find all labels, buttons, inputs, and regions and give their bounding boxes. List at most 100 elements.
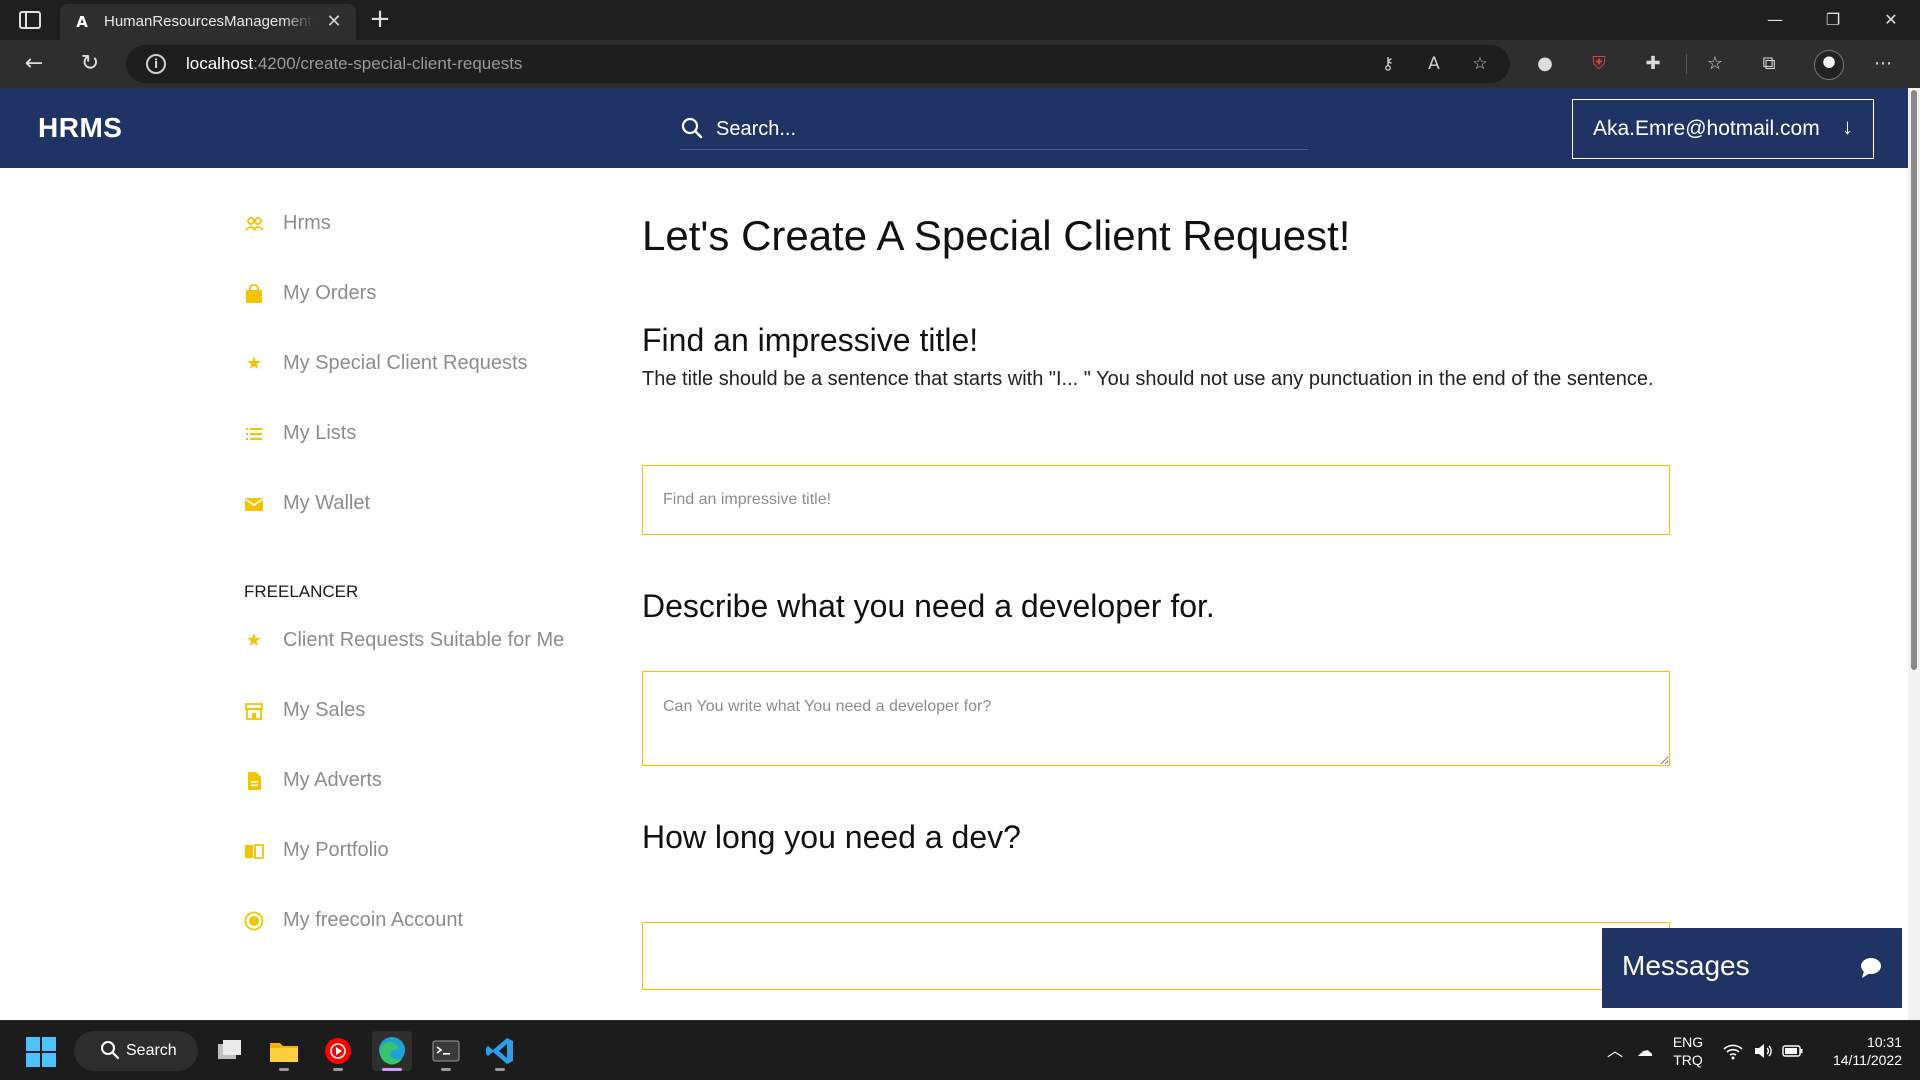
task-view-icon[interactable] [210, 1031, 250, 1071]
list-icon [244, 424, 264, 444]
minimize-icon[interactable]: — [1752, 4, 1798, 36]
user-email: Aka.Emre@hotmail.com [1593, 117, 1820, 140]
onedrive-icon[interactable]: ☁ [1634, 1041, 1656, 1061]
input-language[interactable]: ENG TRQ [1666, 1033, 1710, 1069]
sidebar-item-label: My Special Client Requests [283, 352, 528, 374]
browser-tab[interactable]: A HumanResourcesManagementSystem ✕ [60, 4, 356, 40]
title-section-heading: Find an impressive title! [642, 322, 979, 358]
windows-start-icon[interactable] [26, 1037, 56, 1067]
running-indicator [333, 1068, 343, 1071]
restore-icon[interactable]: ❐ [1810, 4, 1856, 36]
add-favorite-icon[interactable]: ☆ [1468, 53, 1492, 75]
clock[interactable]: 10:31 14/11/2022 [1812, 1033, 1902, 1069]
sidebar-item-my-sales[interactable]: My Sales [244, 695, 604, 727]
star-icon: ★ [245, 353, 263, 374]
plus-icon[interactable]: + [366, 6, 394, 34]
read-aloud-icon[interactable]: A [1422, 53, 1446, 75]
running-indicator [441, 1068, 451, 1071]
sidebar-item-label: Hrms [283, 212, 331, 234]
description-textarea[interactable] [642, 671, 1670, 766]
running-indicator [279, 1068, 289, 1071]
search-icon [100, 1040, 120, 1060]
sidebar-section-heading: FREELANCER [244, 582, 359, 601]
scrollbar-thumb[interactable] [1911, 90, 1917, 670]
browser-tab-bar: A HumanResourcesManagementSystem ✕ + — ❐… [0, 0, 1920, 40]
sidebar-item-client-requests-suitable[interactable]: ★ Client Requests Suitable for Me [244, 625, 604, 657]
app-header: HRMS Aka.Emre@hotmail.com ↓ [0, 88, 1908, 168]
sidebar-item-label: My Sales [283, 699, 366, 721]
messages-widget[interactable]: Messages [1602, 928, 1902, 1008]
search-icon [680, 116, 704, 140]
favorites-icon[interactable]: ☆ [1702, 52, 1728, 76]
users-icon [244, 214, 264, 234]
window-close-icon[interactable]: ✕ [1868, 4, 1914, 36]
more-icon[interactable]: ⋯ [1870, 52, 1896, 76]
describe-section-heading: Describe what you need a developer for. [642, 588, 1215, 624]
refresh-icon[interactable]: ↻ [72, 48, 108, 80]
shield-extension-icon[interactable]: ⛨ [1586, 52, 1612, 76]
header-search [680, 110, 1308, 150]
vscode-icon[interactable] [480, 1031, 520, 1071]
chat-bubble-icon [1858, 956, 1884, 980]
sidebar-item-label: My Lists [283, 422, 357, 444]
back-icon[interactable]: ← [16, 48, 52, 80]
key-icon[interactable]: ⚷ [1376, 53, 1400, 75]
info-icon[interactable]: i [146, 54, 166, 74]
title-section-description: The title should be a sentence that star… [642, 368, 1654, 390]
envelope-icon [244, 494, 264, 514]
taskbar-search[interactable]: Search [74, 1031, 198, 1071]
angular-favicon-icon: A [76, 13, 88, 31]
sidebar-item-label: My Orders [283, 282, 377, 304]
wifi-icon[interactable] [1722, 1041, 1744, 1061]
page-title: Let's Create A Special Client Request! [642, 212, 1351, 259]
file-icon [244, 771, 264, 791]
sidebar-item-my-portfolio[interactable]: My Portfolio [244, 835, 604, 867]
browser-address-bar: ← ↻ i localhost:4200/create-special-clie… [0, 40, 1920, 88]
sidebar-item-my-wallet[interactable]: My Wallet [244, 488, 604, 520]
search-input[interactable] [716, 114, 1296, 144]
terminal-icon[interactable] [426, 1031, 466, 1071]
sidebar-item-my-special-client-requests[interactable]: ★ My Special Client Requests [244, 348, 604, 380]
volume-icon[interactable] [1752, 1041, 1774, 1061]
collections-icon[interactable]: ⧉ [1756, 52, 1782, 76]
coin-icon [244, 911, 264, 931]
toolbar-divider [1686, 54, 1687, 74]
sidebar-item-my-adverts[interactable]: My Adverts [244, 765, 604, 797]
profile-avatar[interactable] [1814, 50, 1844, 80]
sidebar-item-label: My Portfolio [283, 839, 389, 861]
running-indicator [382, 1068, 402, 1071]
sidebar-item-label: My Wallet [283, 492, 371, 514]
running-indicator [495, 1068, 505, 1071]
title-input[interactable] [642, 465, 1670, 535]
edge-icon[interactable] [372, 1031, 412, 1071]
book-icon [244, 841, 264, 861]
battery-icon[interactable] [1782, 1041, 1804, 1061]
user-menu-button[interactable]: Aka.Emre@hotmail.com ↓ [1572, 99, 1874, 159]
youtube-music-icon[interactable] [318, 1031, 358, 1071]
url-text: localhost:4200/create-special-client-req… [186, 54, 523, 73]
arrow-down-icon: ↓ [1842, 114, 1853, 139]
duration-section-heading: How long you need a dev? [642, 819, 1021, 855]
tab-title: HumanResourcesManagementSystem [104, 13, 314, 30]
duration-input[interactable] [642, 922, 1670, 990]
file-explorer-icon[interactable] [264, 1031, 304, 1071]
sidebar-item-my-orders[interactable]: My Orders [244, 278, 604, 310]
puzzle-icon[interactable]: ✚ [1640, 52, 1666, 76]
sidebar-item-my-lists[interactable]: My Lists [244, 418, 604, 450]
extension-icon[interactable]: ● [1532, 52, 1558, 76]
store-icon [244, 701, 264, 721]
brand-logo[interactable]: HRMS [38, 112, 122, 144]
sidebar-item-my-freecoin-account[interactable]: My freecoin Account [244, 905, 604, 937]
sidebar-item-label: My freecoin Account [283, 909, 464, 931]
chevron-up-icon[interactable]: ︿ [1604, 1041, 1626, 1061]
sidebar-item-hrms[interactable]: Hrms [244, 208, 604, 240]
os-taskbar: Search ︿ ☁ ENG TRQ 10:31 14/11/2022 [0, 1020, 1920, 1080]
url-field[interactable]: i localhost:4200/create-special-client-r… [126, 45, 1510, 83]
shopping-bag-icon [244, 284, 264, 304]
sidebar-toggle-icon[interactable] [18, 10, 42, 30]
sidebar-item-label: My Adverts [283, 769, 382, 791]
messages-label: Messages [1622, 950, 1750, 981]
close-icon[interactable]: ✕ [324, 12, 344, 32]
star-icon: ★ [245, 630, 263, 651]
taskbar-search-label: Search [126, 1042, 177, 1059]
